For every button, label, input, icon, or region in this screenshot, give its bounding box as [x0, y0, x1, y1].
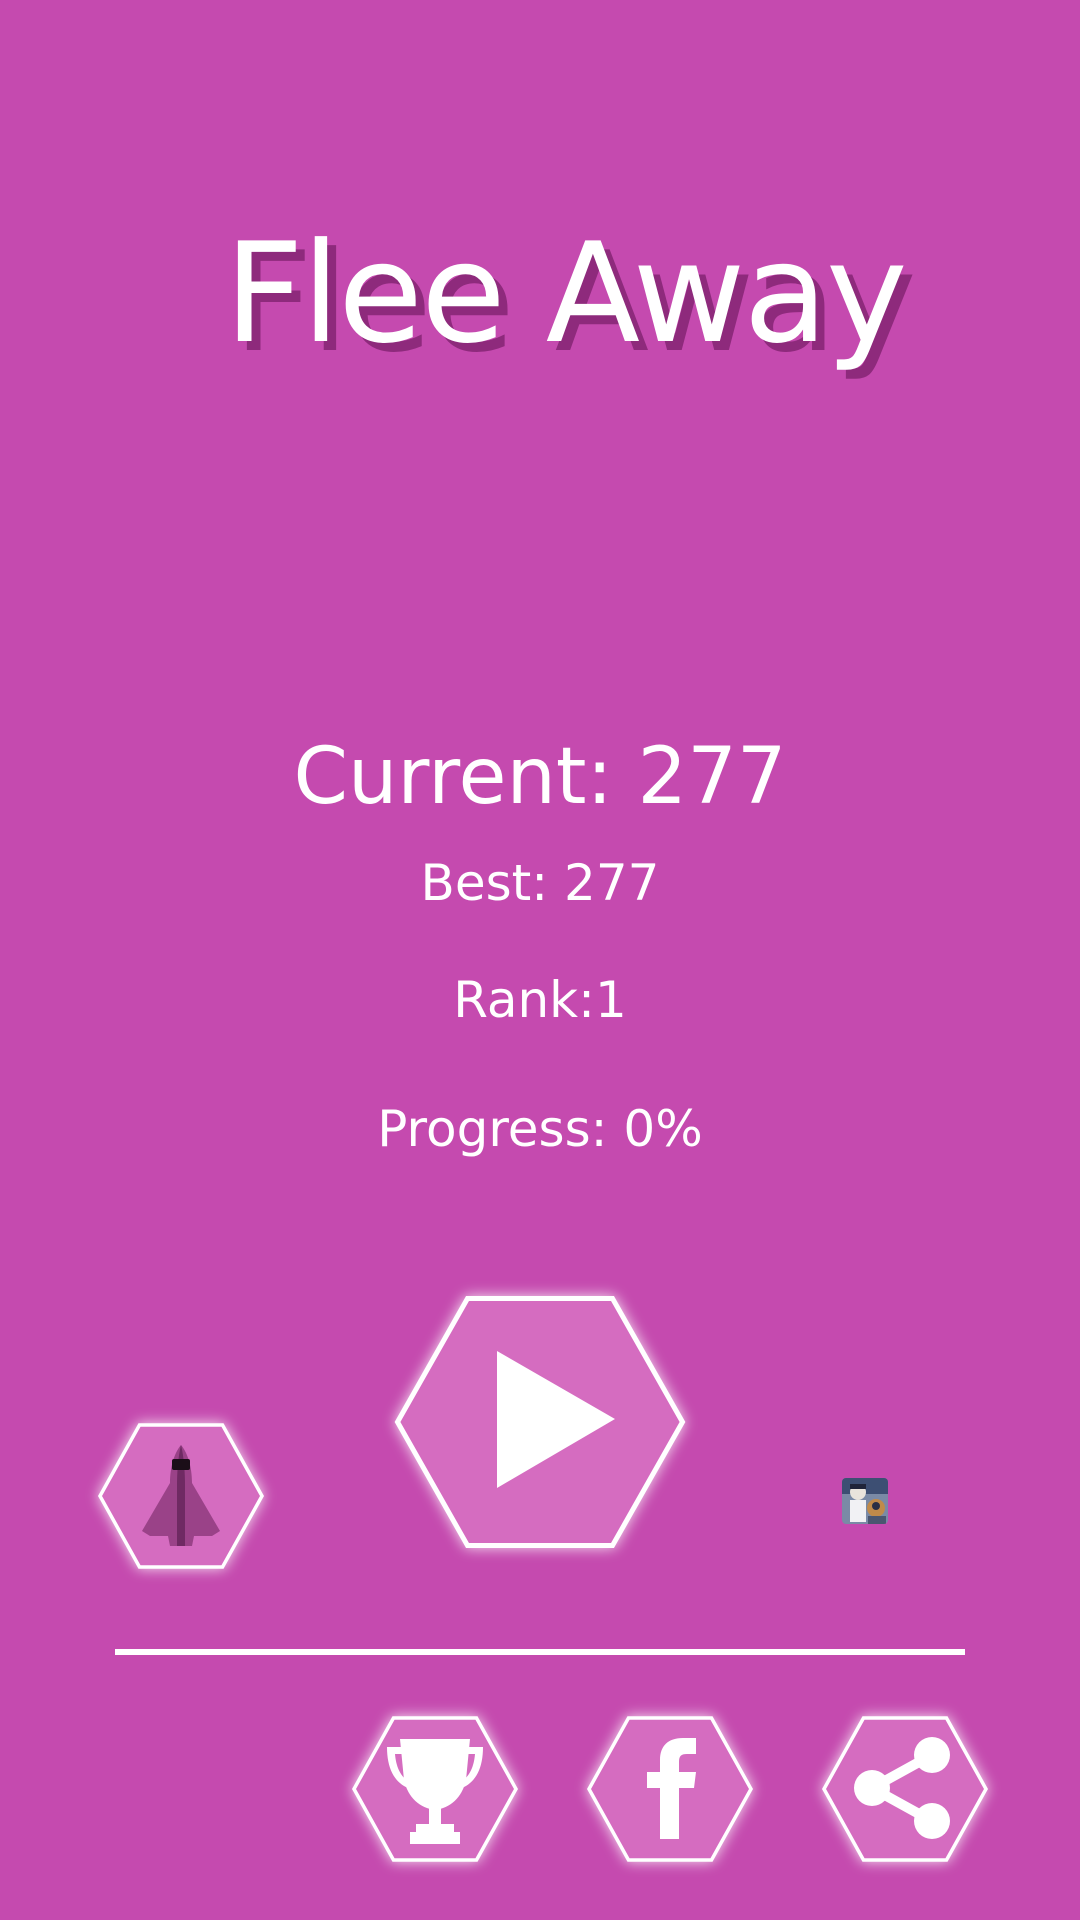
game-menu-screen: Flee Away Current: 277 Best: 277 Rank:1 … — [0, 0, 1080, 1920]
current-score: Current: 277 — [293, 732, 787, 822]
share-button[interactable] — [821, 1716, 989, 1862]
progress-label: Progress: 0% — [377, 1100, 703, 1158]
best-score: Best: 277 — [420, 854, 660, 912]
facebook-button[interactable] — [586, 1716, 754, 1862]
game-title: Flee Away — [224, 213, 907, 374]
rank-label: Rank:1 — [453, 971, 627, 1029]
ship-select-button[interactable] — [97, 1423, 265, 1569]
ad-thumbnail[interactable] — [842, 1478, 888, 1524]
divider-line — [115, 1649, 965, 1655]
play-button[interactable] — [394, 1296, 686, 1548]
leaderboard-button[interactable] — [351, 1716, 519, 1862]
